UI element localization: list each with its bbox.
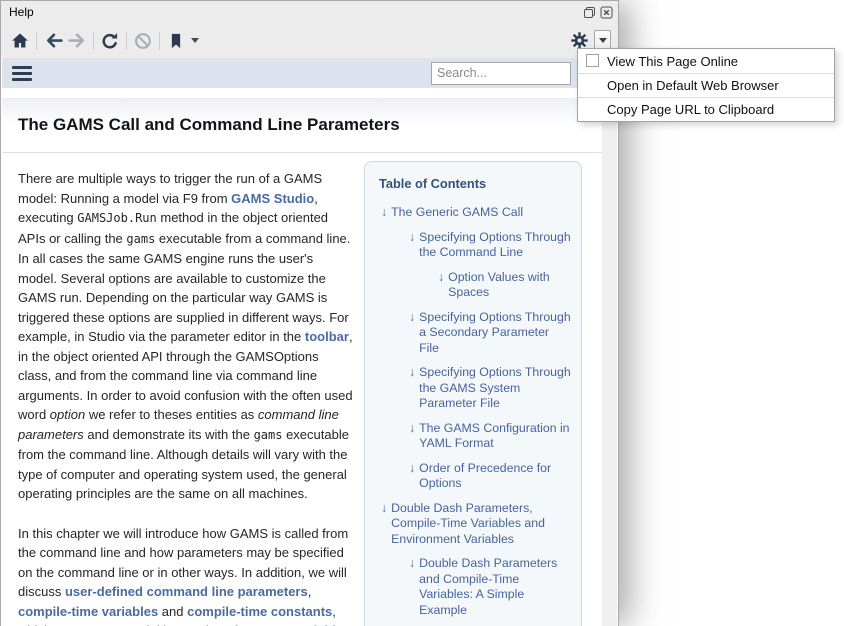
toc-item[interactable]: ↓The GAMS Configuration in YAML Format xyxy=(379,421,571,452)
back-button[interactable] xyxy=(41,29,65,53)
down-arrow-icon: ↓ xyxy=(409,556,415,618)
down-arrow-icon: ↓ xyxy=(381,205,387,221)
back-arrow-icon xyxy=(43,30,64,51)
down-arrow-icon: ↓ xyxy=(409,421,415,452)
bookmark-dropdown-caret[interactable] xyxy=(191,38,199,43)
toolbar-separator xyxy=(36,32,37,50)
toc-list: ↓The Generic GAMS Call↓Specifying Option… xyxy=(379,205,571,626)
page-content: There are multiple ways to trigger the r… xyxy=(2,153,602,626)
doc-link[interactable]: user-defined command line parameters xyxy=(65,584,308,599)
doc-link[interactable]: compile-time variables xyxy=(18,604,158,619)
search-input[interactable] xyxy=(431,62,571,85)
reload-icon xyxy=(100,31,120,51)
home-button[interactable] xyxy=(8,29,32,53)
inline-code: gams xyxy=(126,232,155,246)
bookmark-icon xyxy=(167,31,185,51)
close-window-button[interactable] xyxy=(599,5,613,19)
doc-webview: The GAMS Call and Command Line Parameter… xyxy=(2,58,617,626)
paragraph: There are multiple ways to trigger the r… xyxy=(18,169,354,504)
down-arrow-icon: ↓ xyxy=(409,310,415,357)
inline-code: GAMSJob.Run xyxy=(77,211,156,225)
toc-item-label: Order of Precedence for Options xyxy=(419,461,571,492)
toc-item[interactable]: ↓Order of Precedence for Options xyxy=(379,461,571,492)
text-span: and demonstrate its with the xyxy=(84,427,254,442)
chevron-down-icon xyxy=(599,38,607,43)
bookmark-button[interactable] xyxy=(164,29,188,53)
text-span: option xyxy=(50,407,85,422)
toc-item-label: Option Values with Spaces xyxy=(448,270,571,301)
inline-code: gams xyxy=(254,428,283,442)
toc-item[interactable]: ↓Specifying Options Through the GAMS Sys… xyxy=(379,365,571,412)
toc-item[interactable]: ↓Specifying Options Through the Command … xyxy=(379,230,571,261)
toc-item-label: Specifying Options Through a Secondary P… xyxy=(419,310,571,357)
toc-item[interactable]: ↓The Generic GAMS Call xyxy=(379,205,571,221)
desktop-background: Help xyxy=(0,0,844,626)
vertical-scrollbar[interactable] xyxy=(602,58,617,626)
paragraph: In this chapter we will introduce how GA… xyxy=(18,524,354,626)
down-arrow-icon: ↓ xyxy=(381,501,387,548)
toc-item[interactable]: ↓Option Values with Spaces xyxy=(379,270,571,301)
down-arrow-icon: ↓ xyxy=(409,230,415,261)
menu-item-checkbox[interactable] xyxy=(586,54,599,67)
doc-page: The GAMS Call and Command Line Parameter… xyxy=(2,58,602,626)
text-span: and xyxy=(158,604,187,619)
menu-item[interactable]: View This Page Online xyxy=(578,49,834,73)
table-of-contents: Table of Contents ↓The Generic GAMS Call… xyxy=(364,161,582,626)
down-arrow-icon: ↓ xyxy=(409,461,415,492)
toc-item[interactable]: ↓Double Dash Parameters and Compile-Time… xyxy=(379,556,571,618)
doc-link[interactable]: compile-time constants xyxy=(187,604,332,619)
hamburger-menu-icon[interactable] xyxy=(12,66,32,81)
menu-item-label: Copy Page URL to Clipboard xyxy=(607,102,774,117)
toc-item-label: Double Dash Parameters, Compile-Time Var… xyxy=(391,501,571,548)
forward-button[interactable] xyxy=(65,29,89,53)
stop-button[interactable] xyxy=(131,29,155,53)
forward-arrow-icon xyxy=(67,30,88,51)
menu-item[interactable]: Copy Page URL to Clipboard xyxy=(578,97,834,121)
reload-button[interactable] xyxy=(98,29,122,53)
toc-item[interactable]: ↓Specifying Options Through a Secondary … xyxy=(379,310,571,357)
help-toolbar xyxy=(1,23,618,58)
down-arrow-icon: ↓ xyxy=(409,365,415,412)
stop-ban-icon xyxy=(133,31,153,51)
text-span: we refer to theses entities as xyxy=(85,407,258,422)
gear-menu: View This Page Online Open in Default Web… xyxy=(577,48,835,122)
toolbar-separator xyxy=(93,32,94,50)
menu-item-label: Open in Default Web Browser xyxy=(607,78,779,93)
menu-item-label: View This Page Online xyxy=(607,54,738,69)
toc-item-label: Specifying Options Through the GAMS Syst… xyxy=(419,365,571,412)
page-title: The GAMS Call and Command Line Parameter… xyxy=(18,115,400,135)
toc-item[interactable]: ↓Double Dash Parameters, Compile-Time Va… xyxy=(379,501,571,548)
float-icon xyxy=(583,6,596,19)
article-text: There are multiple ways to trigger the r… xyxy=(18,161,354,626)
close-icon xyxy=(600,6,613,19)
text-span: , xyxy=(308,584,312,599)
window-title: Help xyxy=(9,5,579,19)
menu-item[interactable]: Open in Default Web Browser xyxy=(578,73,834,97)
text-span: executable from a command line. In all c… xyxy=(18,231,350,345)
toc-item-label: The Generic GAMS Call xyxy=(391,205,523,221)
toc-item-label: Specifying Options Through the Command L… xyxy=(419,230,571,261)
doc-link[interactable]: toolbar xyxy=(305,329,349,344)
toolbar-separator xyxy=(126,32,127,50)
toc-title: Table of Contents xyxy=(379,176,571,191)
down-arrow-icon: ↓ xyxy=(438,270,444,301)
help-window: Help xyxy=(0,0,619,626)
toolbar-separator xyxy=(159,32,160,50)
float-window-button[interactable] xyxy=(582,5,596,19)
window-titlebar[interactable]: Help xyxy=(1,1,618,23)
doc-link[interactable]: GAMS Studio xyxy=(231,191,314,206)
toc-item-label: Double Dash Parameters and Compile-Time … xyxy=(419,556,571,618)
page-title-section: The GAMS Call and Command Line Parameter… xyxy=(2,98,602,153)
doc-header-bar xyxy=(2,58,602,88)
home-icon xyxy=(10,31,30,51)
toc-item-label: The GAMS Configuration in YAML Format xyxy=(419,421,571,452)
